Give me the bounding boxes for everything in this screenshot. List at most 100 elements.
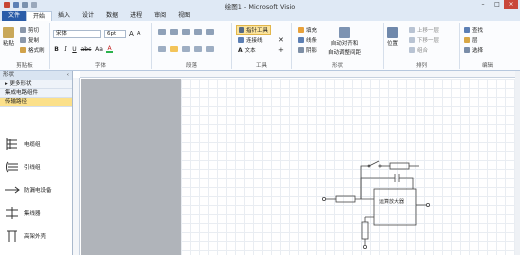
strikethrough-button[interactable]: abc (80, 46, 92, 53)
bring-forward-label: 上移一层 (417, 28, 440, 34)
minimize-icon[interactable]: – (476, 0, 490, 9)
horizontal-ruler (80, 71, 520, 78)
align-right-icon[interactable] (182, 46, 190, 52)
paste-icon (3, 27, 14, 38)
tab-design[interactable]: 设计 (76, 11, 100, 21)
close-icon[interactable]: × (504, 0, 518, 9)
shape-leakage-protection[interactable]: 防漏电设备 (4, 183, 52, 197)
font-family-select[interactable]: 宋体 (53, 30, 101, 38)
shadow-button[interactable]: 阴影 (298, 46, 317, 54)
cable-group-icon (6, 138, 17, 150)
bullets-icon[interactable] (206, 46, 214, 52)
tab-file[interactable]: 文件 (2, 11, 27, 21)
more-shapes-item[interactable]: ▸ 更多形状 (0, 80, 72, 89)
align-bottom-icon[interactable] (182, 29, 190, 35)
shrink-font-button[interactable]: A (137, 31, 140, 37)
connector-button[interactable]: 连接线 (238, 36, 263, 44)
fill-label: 填充 (306, 28, 318, 34)
copy-button[interactable]: 复制 (20, 36, 39, 44)
drawing-canvas[interactable]: 运算放大器 (81, 79, 520, 255)
align-middle-icon[interactable] (170, 29, 178, 35)
tab-view[interactable]: 视图 (172, 11, 196, 21)
shape-overhead-enclosure[interactable]: 高架外壳 (4, 229, 46, 243)
tab-review[interactable]: 审阅 (148, 11, 172, 21)
editing-group: 查找 层 选择 编辑 (460, 23, 515, 69)
layers-button[interactable]: 层 (464, 36, 478, 44)
shadow-icon (298, 47, 304, 53)
underline-button[interactable]: U (71, 46, 78, 53)
find-button[interactable]: 查找 (464, 26, 483, 34)
tools-group-label: 工具 (255, 63, 267, 69)
connector-label: 连接线 (246, 38, 263, 44)
tab-data[interactable]: 数据 (100, 11, 124, 21)
font-color-button[interactable]: A (106, 45, 113, 53)
clipboard-group-label: 剪贴板 (16, 63, 33, 69)
shape-label: 高架外壳 (24, 234, 47, 240)
bold-button[interactable]: B (53, 46, 60, 53)
group-button[interactable]: 组合 (409, 46, 428, 54)
stencil-item-ic-components[interactable]: 集成电路组件 (0, 89, 72, 98)
window-controls: – □ × (476, 0, 518, 9)
hub-icon (6, 207, 18, 219)
stencil-item-transmission-path[interactable]: 传输路径 (0, 98, 72, 107)
pointer-tool-label: 指针工具 (246, 28, 269, 34)
align-left-icon[interactable] (158, 46, 166, 52)
format-painter-label: 格式刷 (28, 48, 45, 54)
feedback-resistor (389, 162, 410, 170)
position-button[interactable]: 位置 (387, 27, 398, 47)
pointer-tool-button[interactable]: 指针工具 (236, 25, 272, 35)
arrange-group: 位置 上移一层 下移一层 组合 排列 (384, 23, 460, 69)
text-tool-button[interactable]: A 文本 (238, 46, 256, 55)
collapse-chevron-icon[interactable]: ‹ (67, 71, 69, 80)
shape-cable-group[interactable]: 电缆组 (4, 137, 41, 151)
italic-button[interactable]: I (62, 46, 69, 53)
send-backward-button[interactable]: 下移一层 (409, 36, 439, 44)
tab-home[interactable]: 开始 (26, 11, 53, 21)
shape-label: 防漏电设备 (24, 188, 52, 194)
indent-decrease-icon[interactable] (194, 29, 202, 35)
position-label: 位置 (387, 41, 399, 47)
drawing-page[interactable]: 运算放大器 (181, 79, 520, 255)
select-button[interactable]: 选择 (464, 46, 483, 54)
feedback-capacitor (360, 174, 414, 199)
vertical-scrollbar[interactable] (515, 71, 520, 255)
tab-process[interactable]: 进程 (124, 11, 148, 21)
input-terminal (321, 197, 326, 202)
align-center-icon[interactable] (170, 46, 178, 52)
copy-icon (20, 37, 26, 43)
layers-label: 层 (472, 38, 478, 44)
format-painter-button[interactable]: 格式刷 (20, 46, 45, 54)
text-tool-label: 文本 (244, 48, 256, 54)
shape-group: 填充 线条 阴影 自动对齐和 自动调整间距 形状 (292, 23, 384, 69)
bring-forward-button[interactable]: 上移一层 (409, 26, 439, 34)
grow-font-button[interactable]: A (129, 30, 134, 38)
paragraph-row-2 (158, 46, 214, 52)
auto-align-button[interactable]: 自动对齐和 自动调整间距 (328, 27, 361, 56)
close-shape-icon[interactable]: ✕ (278, 36, 284, 44)
circuit-diagram[interactable]: 运算放大器 (181, 79, 520, 255)
clipboard-group: 粘贴 剪切 复制 格式刷 剪贴板 (0, 23, 50, 69)
shape-hub[interactable]: 集线器 (4, 206, 41, 220)
maximize-icon[interactable]: □ (490, 0, 504, 9)
line-button[interactable]: 线条 (298, 36, 317, 44)
fill-button[interactable]: 填充 (298, 26, 317, 34)
tab-insert[interactable]: 插入 (52, 11, 76, 21)
shadow-label: 阴影 (306, 48, 318, 54)
shape-lead-group[interactable]: 引线组 (4, 160, 41, 174)
justify-icon[interactable] (194, 46, 202, 52)
align-top-icon[interactable] (158, 29, 166, 35)
pointer-icon (239, 27, 244, 33)
ground-terminal (362, 244, 367, 249)
more-shapes-label: 更多形状 (9, 81, 32, 87)
change-case-button[interactable]: Aa (94, 46, 104, 53)
line-pen-icon (298, 37, 304, 43)
cut-button[interactable]: 剪切 (20, 26, 39, 34)
ribbon-tabs: 文件 开始 插入 设计 数据 进程 审阅 视图 (0, 10, 520, 21)
vertical-ruler (73, 78, 80, 255)
indent-increase-icon[interactable] (206, 29, 214, 35)
leakage-protection-icon (5, 186, 20, 194)
paste-button[interactable]: 粘贴 (3, 27, 14, 47)
crosshair-icon[interactable]: + (278, 46, 284, 54)
shape-group-label: 形状 (331, 63, 343, 69)
font-size-select[interactable]: 6pt (104, 30, 126, 38)
